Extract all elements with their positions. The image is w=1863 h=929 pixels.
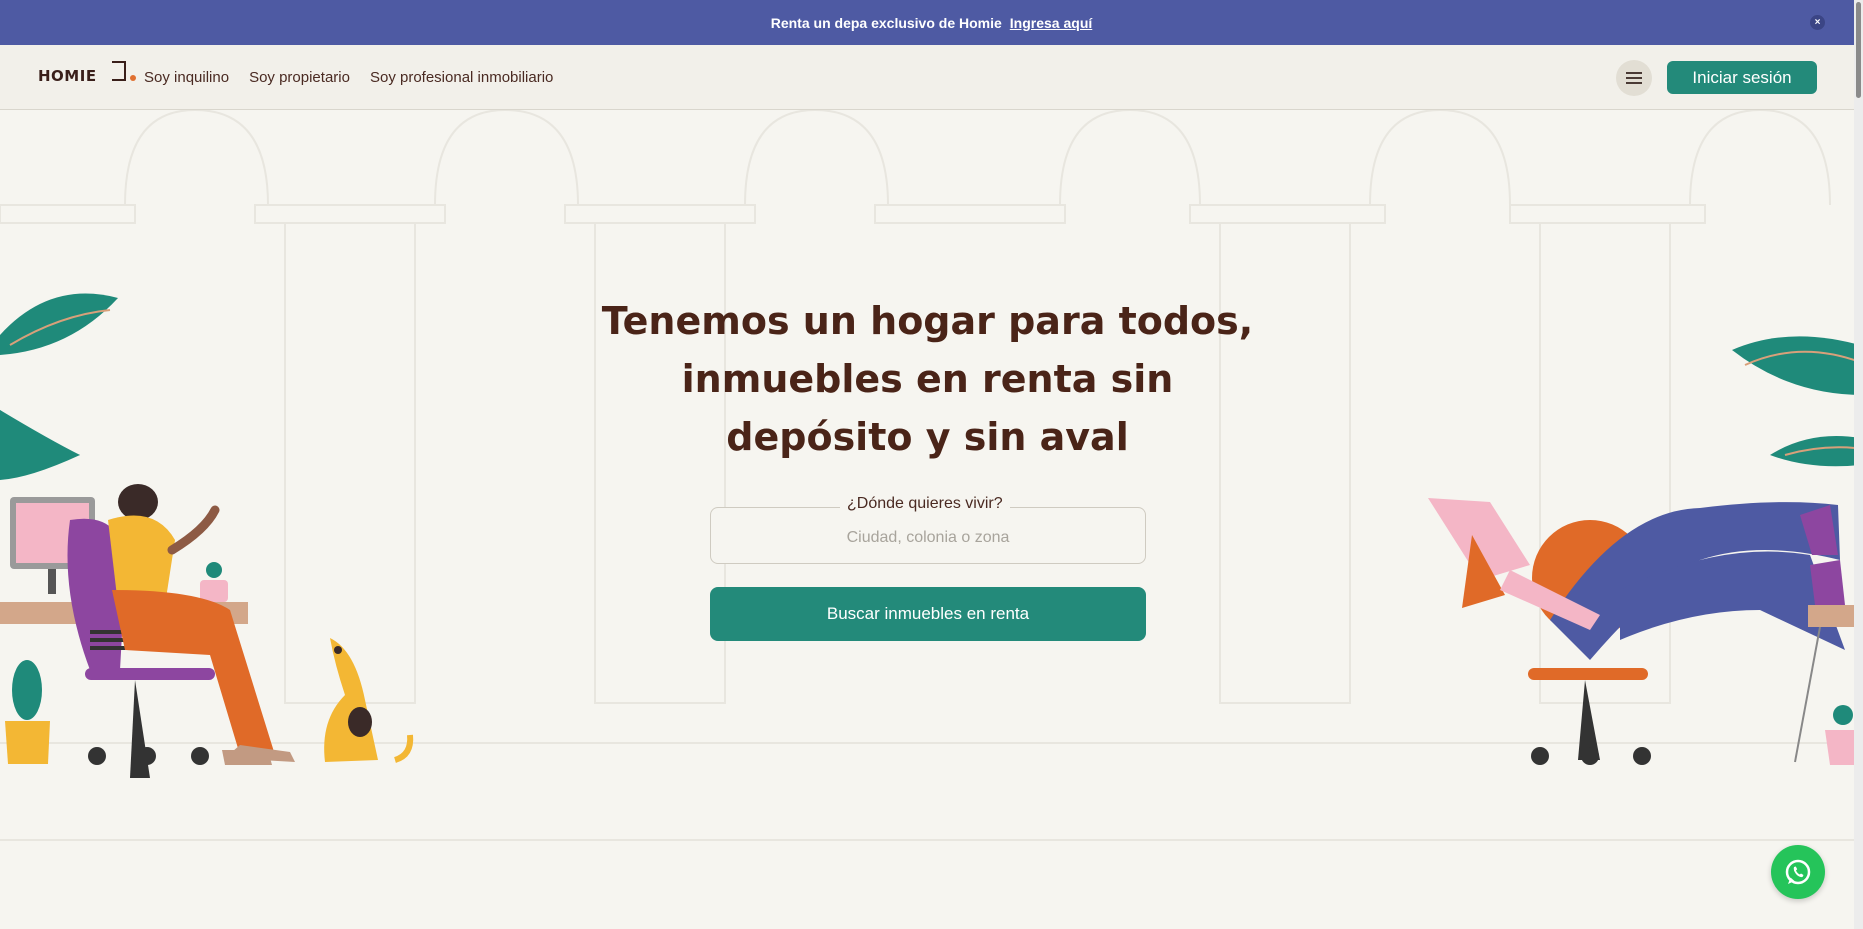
scrollbar-thumb[interactable] bbox=[1856, 2, 1861, 98]
search-field[interactable] bbox=[710, 507, 1146, 564]
search-button[interactable]: Buscar inmuebles en renta bbox=[710, 587, 1146, 641]
left-cactus bbox=[5, 660, 50, 764]
announcement-link[interactable]: Ingresa aquí bbox=[1010, 15, 1092, 31]
search-input[interactable] bbox=[711, 508, 1145, 563]
homie-logo[interactable]: HOMIE bbox=[38, 61, 126, 85]
logo-text: HOMIE bbox=[38, 67, 97, 85]
scrollbar-track[interactable] bbox=[1854, 0, 1863, 929]
whatsapp-icon bbox=[1785, 859, 1811, 885]
nav-link-propietario[interactable]: Soy propietario bbox=[249, 69, 350, 86]
logo-mark bbox=[112, 61, 126, 81]
right-leaves bbox=[1732, 336, 1863, 467]
right-chair-scene bbox=[1428, 498, 1863, 765]
close-icon[interactable]: × bbox=[1810, 15, 1825, 30]
navbar: HOMIE Soy inquilino Soy propietario Soy … bbox=[0, 45, 1863, 110]
nav-links: Soy inquilino Soy propietario Soy profes… bbox=[130, 69, 573, 86]
hero-illustration bbox=[0, 110, 1863, 841]
active-dot bbox=[130, 74, 136, 81]
search-label: ¿Dónde quieres vivir? bbox=[840, 495, 1010, 513]
announcement-bar: Renta un depa exclusivo de Homie Ingresa… bbox=[0, 0, 1863, 45]
whatsapp-button[interactable] bbox=[1771, 845, 1825, 899]
left-leaves bbox=[0, 293, 118, 480]
nav-link-inquilino[interactable]: Soy inquilino bbox=[144, 69, 229, 86]
login-button[interactable]: Iniciar sesión bbox=[1667, 61, 1817, 94]
nav-link-profesional[interactable]: Soy profesional inmobiliario bbox=[370, 69, 553, 86]
hero-title: Tenemos un hogar para todos, inmuebles e… bbox=[601, 299, 1254, 459]
hamburger-menu-icon[interactable] bbox=[1616, 60, 1652, 96]
announcement-text: Renta un depa exclusivo de Homie bbox=[770, 14, 1002, 31]
